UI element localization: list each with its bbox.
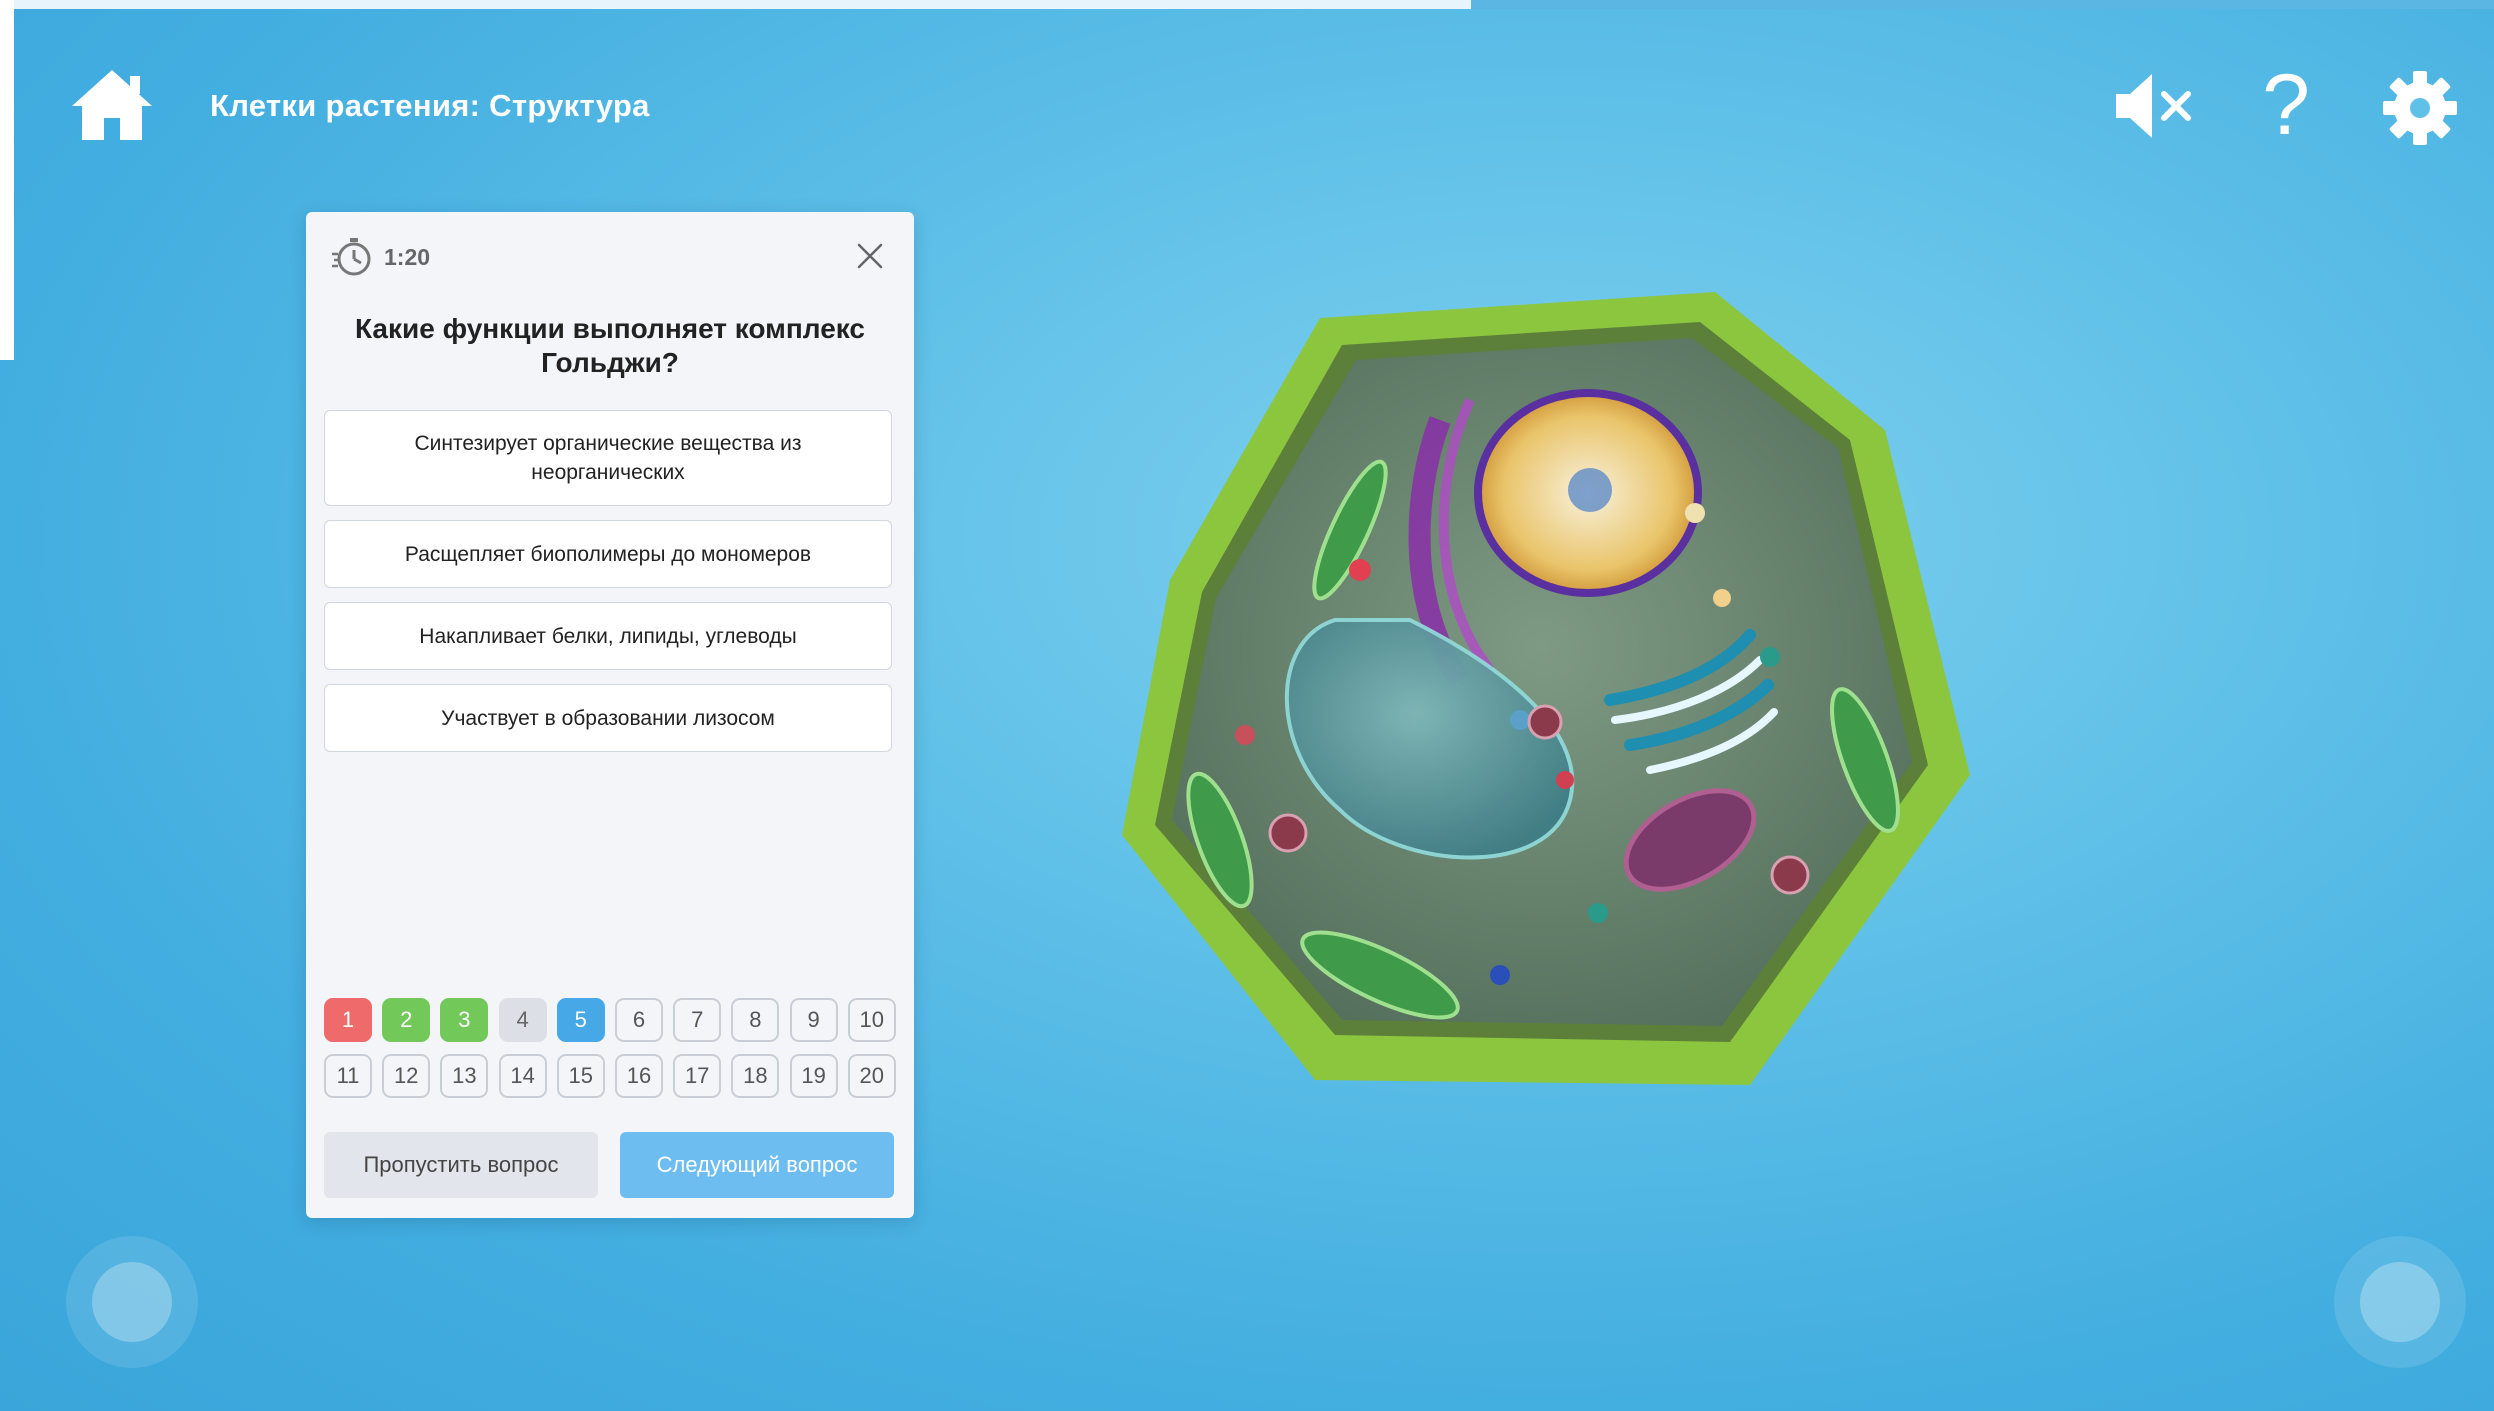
question-number-3[interactable]: 3 — [440, 998, 489, 1042]
question-number-2[interactable]: 2 — [382, 998, 431, 1042]
question-number-5[interactable]: 5 — [556, 998, 605, 1042]
plant-cell-illustration — [1122, 292, 1970, 1085]
question-number-8[interactable]: 8 — [731, 998, 780, 1042]
lesson-progress-bar — [0, 0, 2494, 9]
settings-button[interactable] — [2382, 70, 2458, 146]
question-number-12[interactable]: 12 — [382, 1054, 431, 1098]
page-title: Клетки растения: Структура — [210, 88, 650, 123]
left-edge-strip — [0, 0, 14, 360]
question-number-18[interactable]: 18 — [731, 1054, 780, 1098]
skip-question-button[interactable]: Пропустить вопрос — [324, 1132, 598, 1198]
move-joystick-knob[interactable] — [92, 1262, 172, 1342]
gear-icon — [2383, 71, 2457, 145]
lesson-progress-fill — [0, 0, 1472, 9]
answer-option-4[interactable]: Участвует в образовании лизосом — [324, 684, 892, 752]
lysosome — [1349, 559, 1371, 581]
close-button[interactable] — [856, 242, 884, 270]
help-button[interactable]: ? — [2262, 62, 2310, 148]
next-question-button[interactable]: Следующий вопрос — [620, 1132, 894, 1198]
timer-value: 1:20 — [384, 244, 431, 270]
question-number-1[interactable]: 1 — [324, 998, 372, 1042]
question-number-4[interactable]: 4 — [498, 998, 547, 1042]
home-icon — [72, 70, 152, 140]
question-number-10[interactable]: 10 — [847, 998, 896, 1042]
question-number-20[interactable]: 20 — [847, 1054, 896, 1098]
question-number-7[interactable]: 7 — [673, 998, 722, 1042]
answer-option-1[interactable]: Синтезирует органические вещества из нео… — [324, 410, 892, 506]
nucleolus — [1568, 468, 1612, 512]
speaker-muted-icon — [2116, 74, 2191, 138]
question-number-14[interactable]: 14 — [498, 1054, 547, 1098]
move-joystick[interactable] — [66, 1236, 198, 1368]
rotate-joystick-knob[interactable] — [2360, 1262, 2440, 1342]
plant-cell-3d-model[interactable] — [1110, 280, 1990, 1110]
mute-button[interactable] — [2112, 68, 2198, 144]
question-number-9[interactable]: 9 — [789, 998, 838, 1042]
question-number-13[interactable]: 13 — [440, 1054, 489, 1098]
quiz-panel: 1:20 Какие функции выполняет комплекс Го… — [306, 212, 914, 1218]
question-number-11[interactable]: 11 — [324, 1054, 372, 1098]
question-number-17[interactable]: 17 — [673, 1054, 722, 1098]
question-number-15[interactable]: 15 — [556, 1054, 605, 1098]
question-number-16[interactable]: 16 — [615, 1054, 663, 1098]
question-number-19[interactable]: 19 — [789, 1054, 838, 1098]
stopwatch-icon — [332, 238, 371, 276]
answer-option-3[interactable]: Накапливает белки, липиды, углеводы — [324, 602, 892, 670]
question-text: Какие функции выполняет комплекс Гольджи… — [354, 313, 865, 378]
answer-option-2[interactable]: Расщепляет биополимеры до мономеров — [324, 520, 892, 588]
home-button[interactable] — [70, 66, 154, 144]
close-icon — [857, 243, 883, 269]
question-number-6[interactable]: 6 — [615, 998, 663, 1042]
rotate-joystick[interactable] — [2334, 1236, 2466, 1368]
